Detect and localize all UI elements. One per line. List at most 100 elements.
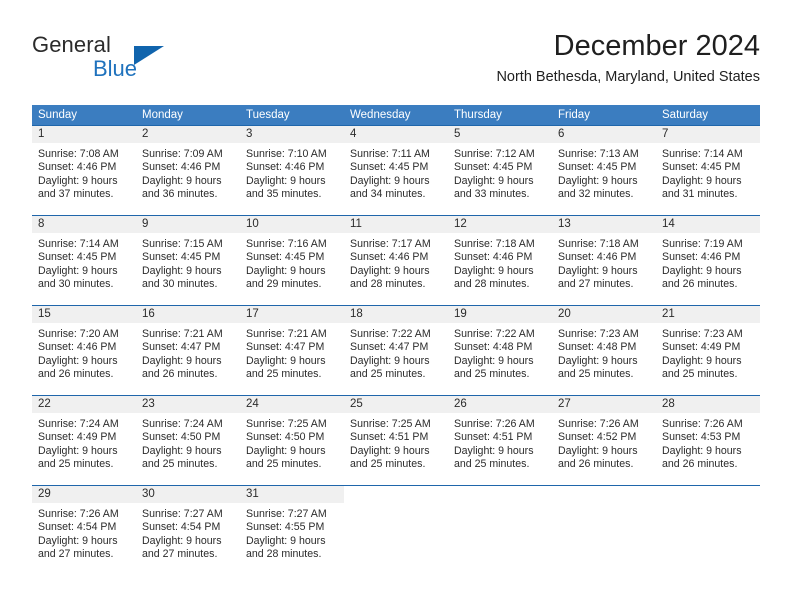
daylight-text-line1: Daylight: 9 hours [142,174,222,187]
day-info: Sunrise: 7:08 AM Sunset: 4:46 PM Dayligh… [32,143,136,202]
day-cell[interactable]: 1 Sunrise: 7:08 AM Sunset: 4:46 PM Dayli… [32,126,136,215]
day-cell[interactable]: 10 Sunrise: 7:16 AM Sunset: 4:45 PM Dayl… [240,216,344,305]
sunrise-text: Sunrise: 7:25 AM [246,418,327,430]
sunset-text: Sunset: 4:45 PM [142,251,221,264]
day-cell[interactable]: 20 Sunrise: 7:23 AM Sunset: 4:48 PM Dayl… [552,306,656,395]
sunset-text: Sunset: 4:46 PM [38,341,117,354]
brand-name-general: General [32,32,111,57]
day-cell[interactable]: 19 Sunrise: 7:22 AM Sunset: 4:48 PM Dayl… [448,306,552,395]
day-cell[interactable]: 8 Sunrise: 7:14 AM Sunset: 4:45 PM Dayli… [32,216,136,305]
day-cell[interactable]: 28 Sunrise: 7:26 AM Sunset: 4:53 PM Dayl… [656,396,760,485]
day-info: Sunrise: 7:12 AM Sunset: 4:45 PM Dayligh… [448,143,552,202]
day-cell[interactable]: 27 Sunrise: 7:26 AM Sunset: 4:52 PM Dayl… [552,396,656,485]
sunset-text: Sunset: 4:45 PM [350,161,429,174]
sunrise-text: Sunrise: 7:26 AM [558,418,639,430]
title-block: December 2024 North Bethesda, Maryland, … [496,28,760,88]
daylight-text-line2: and 25 minutes. [350,458,426,471]
day-cell[interactable]: 30 Sunrise: 7:27 AM Sunset: 4:54 PM Dayl… [136,486,240,575]
daylight-text-line1: Daylight: 9 hours [454,264,534,277]
daylight-text-line2: and 26 minutes. [142,368,218,381]
day-cell[interactable]: 4 Sunrise: 7:11 AM Sunset: 4:45 PM Dayli… [344,126,448,215]
day-cell[interactable]: 3 Sunrise: 7:10 AM Sunset: 4:46 PM Dayli… [240,126,344,215]
daylight-text-line1: Daylight: 9 hours [142,534,222,547]
day-cell[interactable]: 25 Sunrise: 7:25 AM Sunset: 4:51 PM Dayl… [344,396,448,485]
page-subtitle: North Bethesda, Maryland, United States [496,69,760,85]
day-number: 14 [656,216,760,233]
sunset-text: Sunset: 4:46 PM [454,251,533,264]
day-cell[interactable]: 23 Sunrise: 7:24 AM Sunset: 4:50 PM Dayl… [136,396,240,485]
sunset-text: Sunset: 4:45 PM [454,161,533,174]
sunrise-text: Sunrise: 7:22 AM [454,328,535,340]
day-cell[interactable]: 16 Sunrise: 7:21 AM Sunset: 4:47 PM Dayl… [136,306,240,395]
daylight-text-line2: and 26 minutes. [558,458,634,471]
day-cell[interactable]: 29 Sunrise: 7:26 AM Sunset: 4:54 PM Dayl… [32,486,136,575]
brand-logo[interactable]: General Blue [32,32,212,90]
daylight-text-line2: and 25 minutes. [350,368,426,381]
day-info: Sunrise: 7:25 AM Sunset: 4:51 PM Dayligh… [344,413,448,472]
day-cell[interactable]: 24 Sunrise: 7:25 AM Sunset: 4:50 PM Dayl… [240,396,344,485]
day-info: Sunrise: 7:14 AM Sunset: 4:45 PM Dayligh… [32,233,136,292]
sunset-text: Sunset: 4:47 PM [350,341,429,354]
sunset-text: Sunset: 4:49 PM [662,341,741,354]
day-info: Sunrise: 7:18 AM Sunset: 4:46 PM Dayligh… [448,233,552,292]
day-cell[interactable]: 21 Sunrise: 7:23 AM Sunset: 4:49 PM Dayl… [656,306,760,395]
daylight-text-line1: Daylight: 9 hours [246,534,326,547]
day-cell[interactable]: 6 Sunrise: 7:13 AM Sunset: 4:45 PM Dayli… [552,126,656,215]
day-cell[interactable]: 17 Sunrise: 7:21 AM Sunset: 4:47 PM Dayl… [240,306,344,395]
week-row: 8 Sunrise: 7:14 AM Sunset: 4:45 PM Dayli… [32,215,760,305]
day-number: 5 [448,126,552,143]
day-cell[interactable]: 2 Sunrise: 7:09 AM Sunset: 4:46 PM Dayli… [136,126,240,215]
daylight-text-line1: Daylight: 9 hours [38,354,118,367]
daylight-text-line2: and 28 minutes. [246,548,322,561]
day-cell[interactable]: 31 Sunrise: 7:27 AM Sunset: 4:55 PM Dayl… [240,486,344,575]
sunrise-text: Sunrise: 7:14 AM [662,148,743,160]
sunset-text: Sunset: 4:45 PM [38,251,117,264]
day-cell[interactable]: 5 Sunrise: 7:12 AM Sunset: 4:45 PM Dayli… [448,126,552,215]
day-cell[interactable]: 26 Sunrise: 7:26 AM Sunset: 4:51 PM Dayl… [448,396,552,485]
day-info: Sunrise: 7:22 AM Sunset: 4:47 PM Dayligh… [344,323,448,382]
day-cell[interactable]: 18 Sunrise: 7:22 AM Sunset: 4:47 PM Dayl… [344,306,448,395]
daylight-text-line1: Daylight: 9 hours [662,174,742,187]
day-info: Sunrise: 7:25 AM Sunset: 4:50 PM Dayligh… [240,413,344,472]
sunset-text: Sunset: 4:52 PM [558,431,637,444]
sunrise-text: Sunrise: 7:22 AM [350,328,431,340]
sunrise-text: Sunrise: 7:12 AM [454,148,535,160]
daylight-text-line2: and 29 minutes. [246,278,322,291]
sunset-text: Sunset: 4:45 PM [558,161,637,174]
sunset-text: Sunset: 4:46 PM [142,161,221,174]
sunrise-text: Sunrise: 7:13 AM [558,148,639,160]
day-number: 8 [32,216,136,233]
sunset-text: Sunset: 4:46 PM [38,161,117,174]
day-cell[interactable]: 7 Sunrise: 7:14 AM Sunset: 4:45 PM Dayli… [656,126,760,215]
day-cell[interactable]: 22 Sunrise: 7:24 AM Sunset: 4:49 PM Dayl… [32,396,136,485]
day-info: Sunrise: 7:26 AM Sunset: 4:52 PM Dayligh… [552,413,656,472]
daylight-text-line2: and 36 minutes. [142,188,218,201]
day-cell[interactable]: 15 Sunrise: 7:20 AM Sunset: 4:46 PM Dayl… [32,306,136,395]
day-cell[interactable]: 11 Sunrise: 7:17 AM Sunset: 4:46 PM Dayl… [344,216,448,305]
daylight-text-line1: Daylight: 9 hours [38,444,118,457]
triangle-icon [134,46,164,65]
day-number: 25 [344,396,448,413]
day-info: Sunrise: 7:19 AM Sunset: 4:46 PM Dayligh… [656,233,760,292]
weekday-tuesday: Tuesday [246,109,290,121]
daylight-text-line1: Daylight: 9 hours [142,264,222,277]
day-info: Sunrise: 7:27 AM Sunset: 4:54 PM Dayligh… [136,503,240,562]
sunrise-text: Sunrise: 7:18 AM [558,238,639,250]
sunset-text: Sunset: 4:46 PM [662,251,741,264]
daylight-text-line1: Daylight: 9 hours [246,444,326,457]
day-number: 21 [656,306,760,323]
day-cell[interactable]: 14 Sunrise: 7:19 AM Sunset: 4:46 PM Dayl… [656,216,760,305]
day-cell[interactable]: 12 Sunrise: 7:18 AM Sunset: 4:46 PM Dayl… [448,216,552,305]
daylight-text-line2: and 27 minutes. [558,278,634,291]
daylight-text-line1: Daylight: 9 hours [558,174,638,187]
daylight-text-line1: Daylight: 9 hours [662,354,742,367]
daylight-text-line2: and 27 minutes. [142,548,218,561]
day-number: 4 [344,126,448,143]
daylight-text-line2: and 25 minutes. [558,368,634,381]
week-row: 15 Sunrise: 7:20 AM Sunset: 4:46 PM Dayl… [32,305,760,395]
day-cell[interactable]: 13 Sunrise: 7:18 AM Sunset: 4:46 PM Dayl… [552,216,656,305]
day-info: Sunrise: 7:24 AM Sunset: 4:49 PM Dayligh… [32,413,136,472]
weekday-monday: Monday [142,109,183,121]
day-cell[interactable]: 9 Sunrise: 7:15 AM Sunset: 4:45 PM Dayli… [136,216,240,305]
sunset-text: Sunset: 4:50 PM [142,431,221,444]
